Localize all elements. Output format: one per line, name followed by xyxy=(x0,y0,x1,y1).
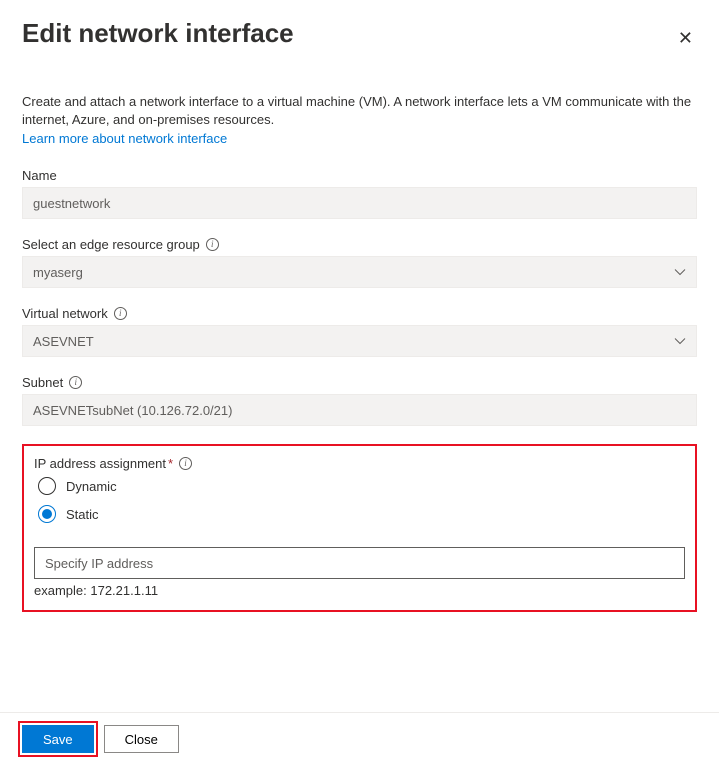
radio-label-static: Static xyxy=(66,507,99,522)
description-text: Create and attach a network interface to… xyxy=(22,93,697,129)
learn-more-link[interactable]: Learn more about network interface xyxy=(22,131,227,146)
info-icon[interactable]: i xyxy=(179,457,192,470)
panel-title: Edit network interface xyxy=(22,18,294,49)
ip-example-text: example: 172.21.1.11 xyxy=(34,583,685,598)
chevron-down-icon xyxy=(674,335,686,347)
subnet-input: ASEVNETsubNet (10.126.72.0/21) xyxy=(22,394,697,426)
close-icon[interactable]: ✕ xyxy=(674,24,697,53)
info-icon[interactable]: i xyxy=(206,238,219,251)
info-icon[interactable]: i xyxy=(69,376,82,389)
radio-static[interactable]: Static xyxy=(38,505,685,523)
close-button[interactable]: Close xyxy=(104,725,179,753)
subnet-label: Subnet i xyxy=(22,375,697,390)
save-button[interactable]: Save xyxy=(22,725,94,753)
ip-assignment-section: IP address assignment* i Dynamic Static … xyxy=(22,444,697,612)
resource-group-select[interactable]: myaserg xyxy=(22,256,697,288)
info-icon[interactable]: i xyxy=(114,307,127,320)
name-input: guestnetwork xyxy=(22,187,697,219)
radio-dynamic[interactable]: Dynamic xyxy=(38,477,685,495)
vnet-select[interactable]: ASEVNET xyxy=(22,325,697,357)
ip-address-input[interactable] xyxy=(34,547,685,579)
chevron-down-icon xyxy=(674,266,686,278)
vnet-label: Virtual network i xyxy=(22,306,697,321)
footer-bar: Save Close xyxy=(0,712,719,765)
name-label: Name xyxy=(22,168,697,183)
ip-assignment-label: IP address assignment* i xyxy=(34,456,685,471)
radio-icon xyxy=(38,505,56,523)
radio-icon xyxy=(38,477,56,495)
resource-group-label: Select an edge resource group i xyxy=(22,237,697,252)
radio-label-dynamic: Dynamic xyxy=(66,479,117,494)
